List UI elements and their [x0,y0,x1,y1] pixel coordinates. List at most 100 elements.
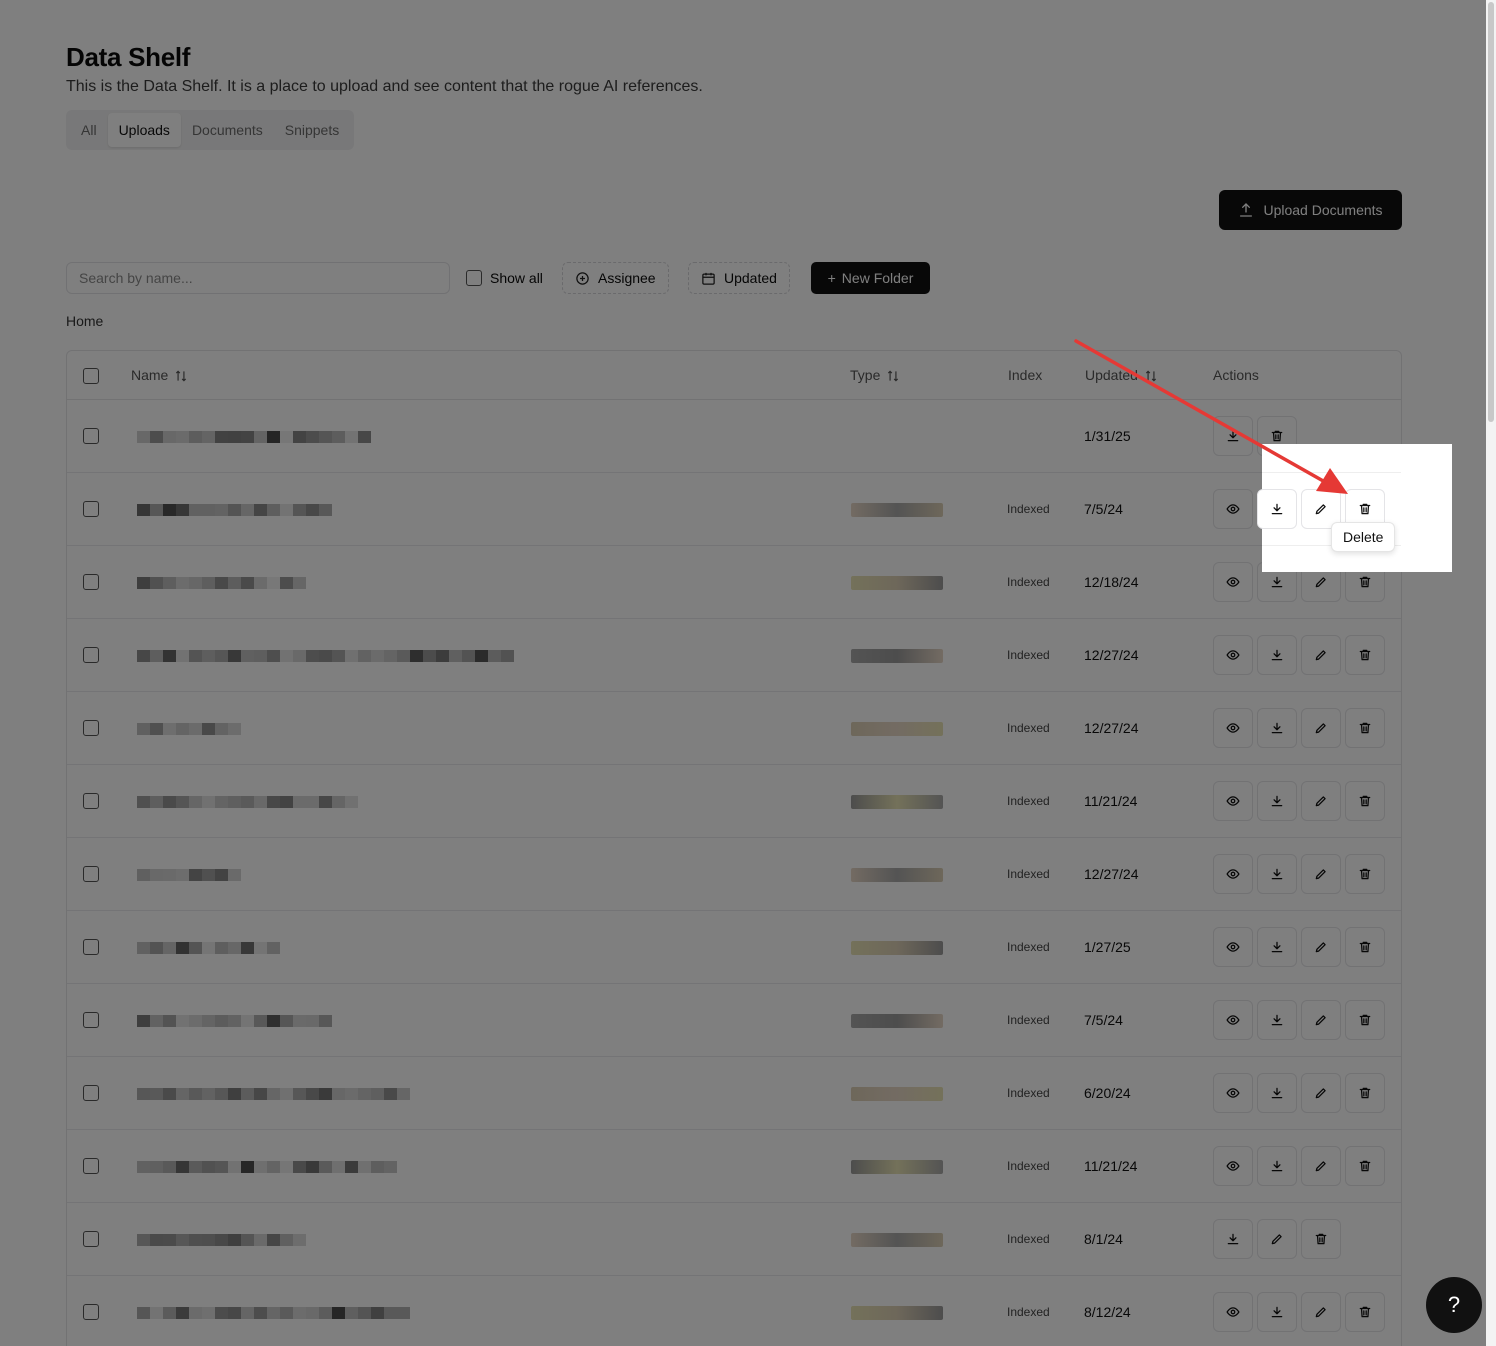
download-button[interactable] [1257,489,1297,529]
view-button[interactable] [1213,1146,1253,1186]
redacted-file-name[interactable] [137,1014,332,1027]
edit-button[interactable] [1301,708,1341,748]
table-row[interactable]: Indexed 11/21/24 [67,765,1401,838]
row-checkbox[interactable] [83,1012,99,1028]
download-button[interactable] [1257,635,1297,675]
table-row[interactable]: Indexed 8/1/24 [67,1203,1401,1276]
row-checkbox[interactable] [83,1085,99,1101]
redacted-file-name[interactable] [137,795,358,808]
header-name[interactable]: Name [131,351,188,400]
redacted-file-name[interactable] [137,1233,306,1246]
assignee-filter-button[interactable]: Assignee [562,262,669,294]
table-row[interactable]: Indexed 1/27/25 [67,911,1401,984]
table-row[interactable]: Indexed 8/12/24 [67,1276,1401,1346]
redacted-file-name[interactable] [137,1087,410,1100]
delete-button[interactable] [1345,927,1385,967]
redacted-file-name[interactable] [137,576,306,589]
header-type[interactable]: Type [850,351,900,400]
edit-button[interactable] [1301,1292,1341,1332]
tab-snippets[interactable]: Snippets [274,113,350,147]
redacted-file-name[interactable] [137,941,280,954]
view-button[interactable] [1213,562,1253,602]
view-button[interactable] [1213,1000,1253,1040]
download-button[interactable] [1257,708,1297,748]
delete-button[interactable] [1345,1000,1385,1040]
download-button[interactable] [1257,854,1297,894]
upload-documents-button[interactable]: Upload Documents [1219,190,1402,230]
edit-button[interactable] [1301,927,1341,967]
table-row[interactable]: Indexed 11/21/24 [67,1130,1401,1203]
edit-button[interactable] [1301,1073,1341,1113]
row-checkbox[interactable] [83,574,99,590]
row-checkbox[interactable] [83,1304,99,1320]
delete-button[interactable] [1345,854,1385,894]
row-checkbox[interactable] [83,428,99,444]
row-checkbox[interactable] [83,720,99,736]
row-checkbox[interactable] [83,939,99,955]
show-all-toggle[interactable]: Show all [466,262,543,294]
delete-button[interactable] [1345,1146,1385,1186]
view-button[interactable] [1213,781,1253,821]
row-checkbox[interactable] [83,793,99,809]
row-checkbox[interactable] [83,647,99,663]
view-button[interactable] [1213,1292,1253,1332]
row-checkbox[interactable] [83,866,99,882]
row-checkbox[interactable] [83,1231,99,1247]
view-button[interactable] [1213,635,1253,675]
delete-button[interactable] [1345,635,1385,675]
edit-button[interactable] [1301,781,1341,821]
view-button[interactable] [1213,489,1253,529]
header-updated[interactable]: Updated [1085,351,1158,400]
redacted-file-name[interactable] [137,649,514,662]
redacted-file-name[interactable] [137,430,371,443]
tab-documents[interactable]: Documents [181,113,274,147]
scrollbar-thumb[interactable] [1488,2,1494,422]
table-row[interactable]: Indexed 12/27/24 [67,838,1401,911]
row-checkbox[interactable] [83,1158,99,1174]
redacted-file-name[interactable] [137,722,241,735]
delete-button[interactable] [1345,1073,1385,1113]
table-row[interactable]: Indexed 7/5/24 [67,473,1401,546]
delete-button[interactable] [1345,708,1385,748]
table-row[interactable]: Indexed 7/5/24 [67,984,1401,1057]
edit-button[interactable] [1257,1219,1297,1259]
show-all-checkbox[interactable] [466,270,482,286]
redacted-file-name[interactable] [137,868,241,881]
new-folder-button[interactable]: + New Folder [811,262,930,294]
scrollbar[interactable] [1486,0,1496,1346]
select-all-checkbox[interactable] [83,368,99,384]
redacted-file-name[interactable] [137,1306,410,1319]
view-button[interactable] [1213,1073,1253,1113]
delete-button[interactable] [1301,1219,1341,1259]
tab-uploads[interactable]: Uploads [107,113,181,147]
redacted-file-name[interactable] [137,1160,397,1173]
delete-button[interactable] [1345,1292,1385,1332]
download-button[interactable] [1213,416,1253,456]
view-button[interactable] [1213,708,1253,748]
delete-button[interactable] [1345,781,1385,821]
download-button[interactable] [1257,781,1297,821]
download-button[interactable] [1257,1292,1297,1332]
table-row[interactable]: Indexed 12/18/24 [67,546,1401,619]
updated-filter-button[interactable]: Updated [688,262,790,294]
view-button[interactable] [1213,854,1253,894]
table-row[interactable]: Indexed 12/27/24 [67,692,1401,765]
edit-button[interactable] [1301,635,1341,675]
table-row[interactable]: Indexed 6/20/24 [67,1057,1401,1130]
table-row[interactable]: Indexed 12/27/24 [67,619,1401,692]
download-button[interactable] [1257,1146,1297,1186]
tab-all[interactable]: All [70,113,108,147]
edit-button[interactable] [1301,1000,1341,1040]
edit-button[interactable] [1301,854,1341,894]
redacted-file-name[interactable] [137,503,332,516]
table-row[interactable]: 1/31/25 [67,400,1401,473]
download-button[interactable] [1257,1073,1297,1113]
search-input[interactable] [66,262,450,294]
download-button[interactable] [1257,1000,1297,1040]
row-checkbox[interactable] [83,501,99,517]
breadcrumb[interactable]: Home [66,313,103,329]
download-button[interactable] [1213,1219,1253,1259]
help-button[interactable]: ? [1426,1277,1482,1333]
download-button[interactable] [1257,927,1297,967]
edit-button[interactable] [1301,1146,1341,1186]
